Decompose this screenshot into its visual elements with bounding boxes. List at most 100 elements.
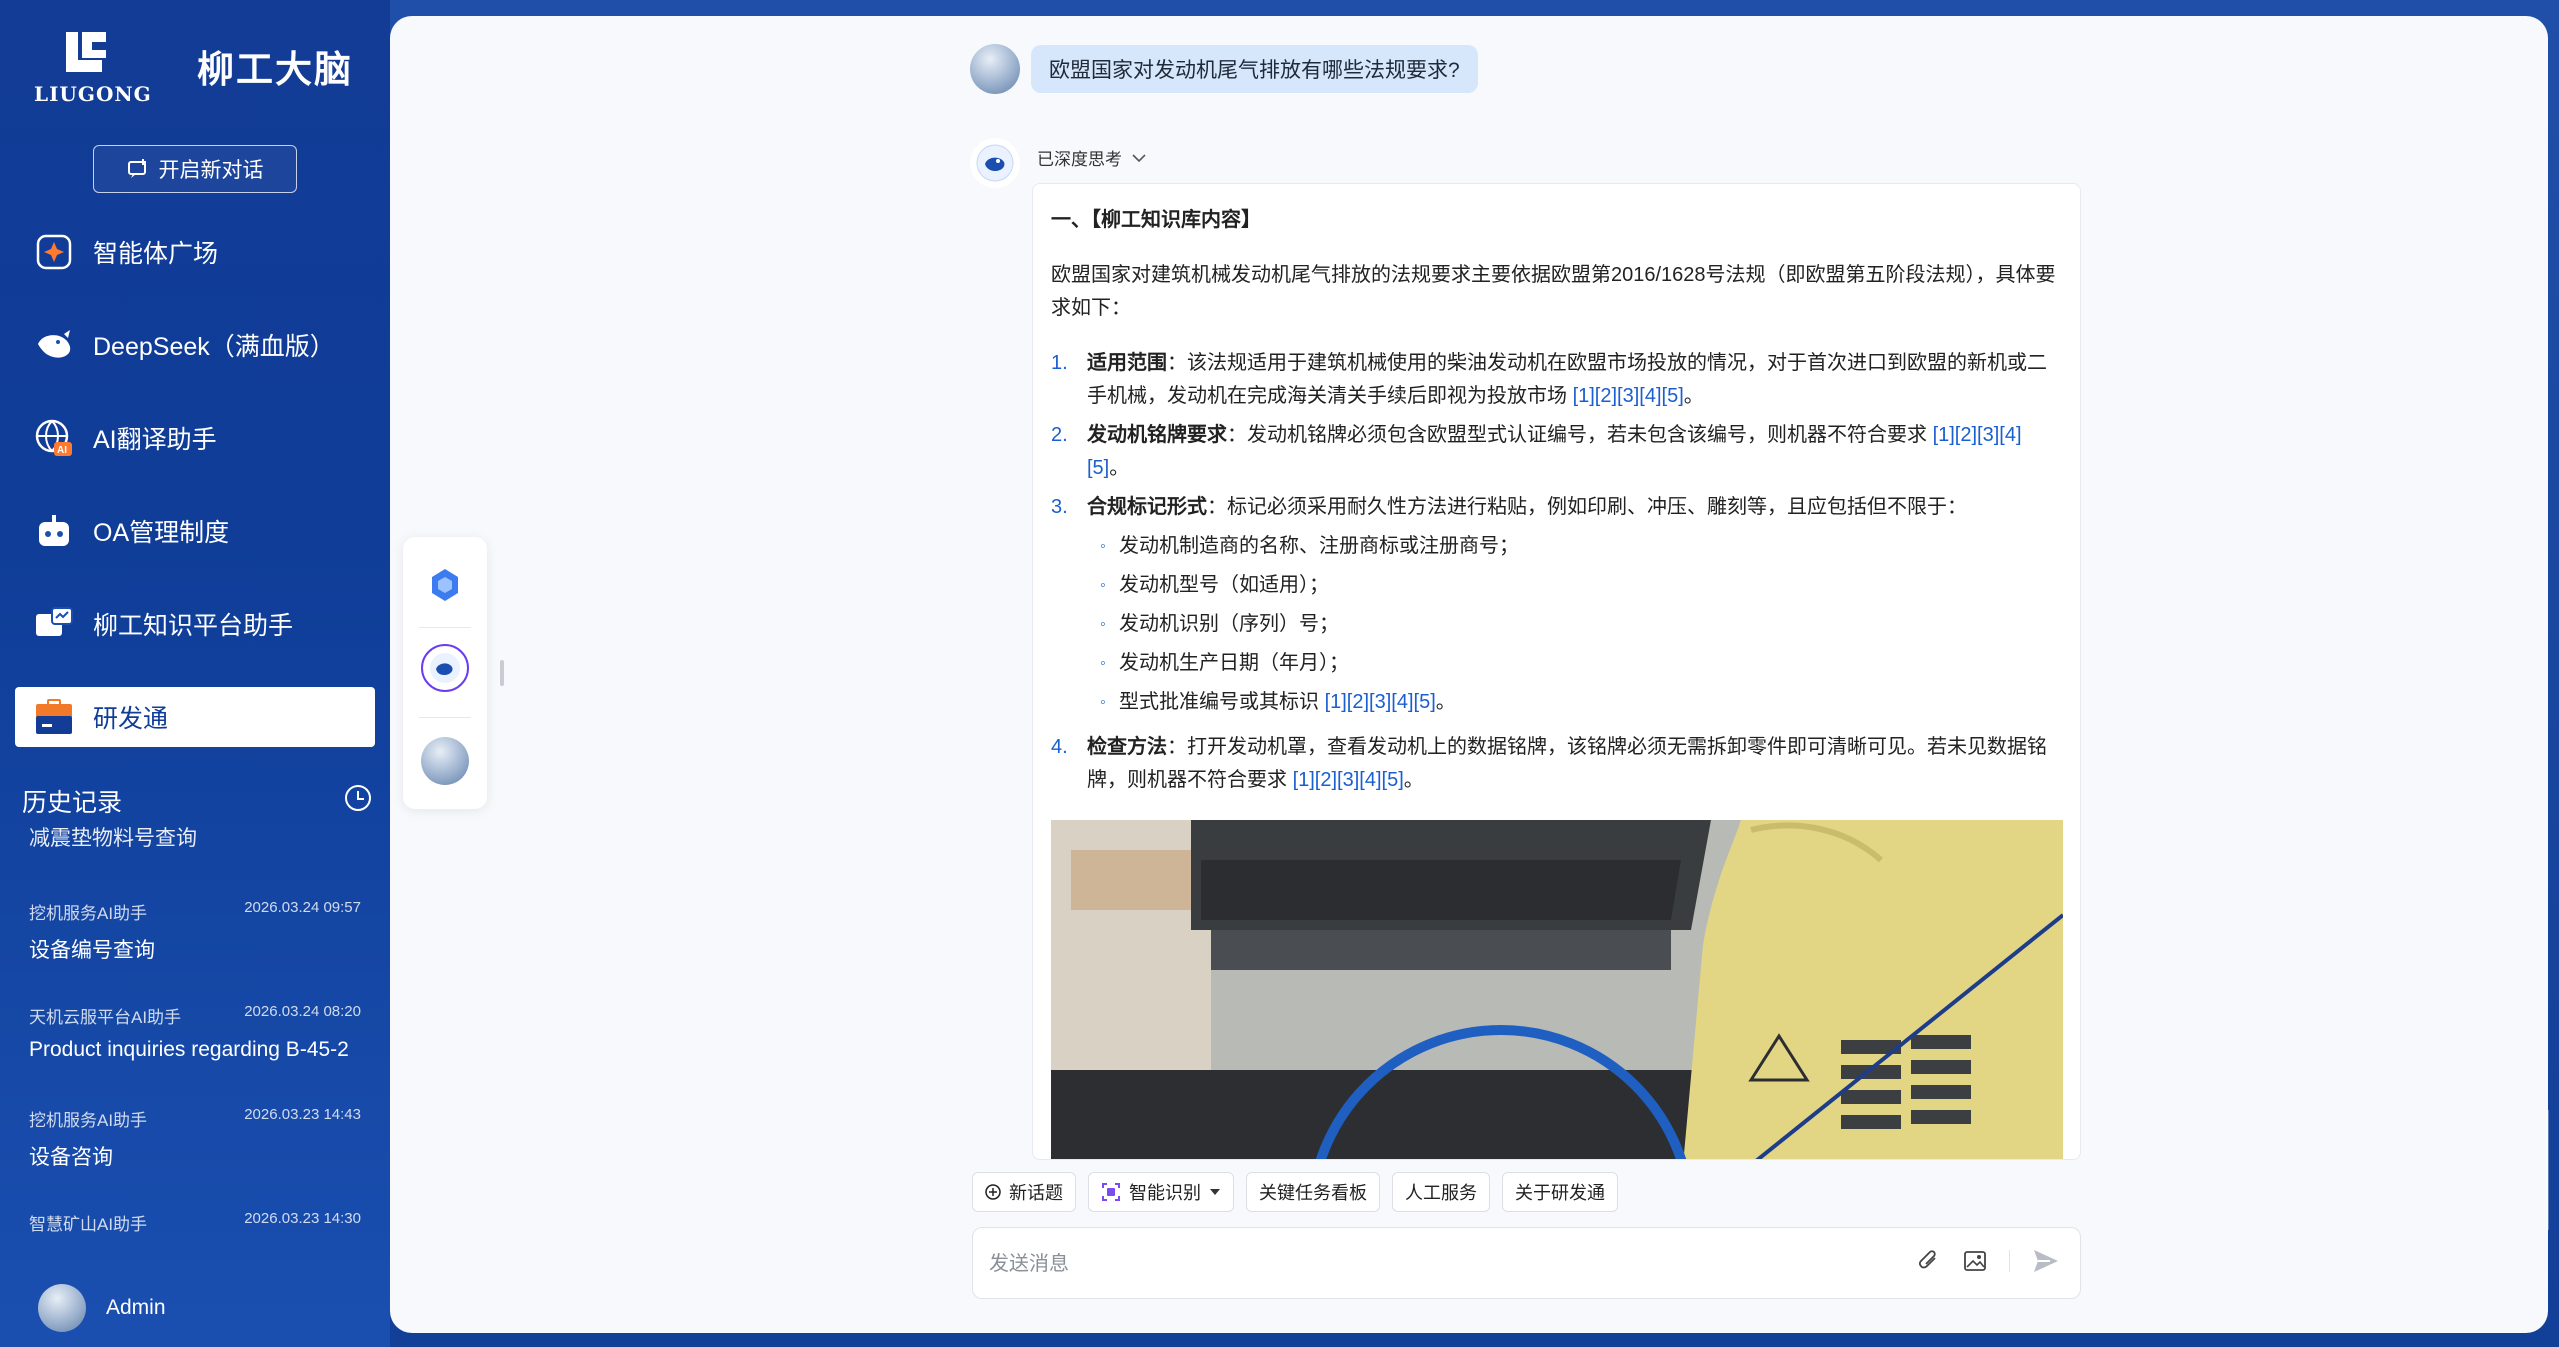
- item-heading: 发动机铭牌要求: [1087, 424, 1227, 446]
- item-end: 。: [1403, 769, 1424, 791]
- sub-item-text: 发动机型号（如适用）；: [1119, 574, 1329, 596]
- robot-icon: [33, 510, 75, 552]
- engine-photo: [1051, 820, 2063, 1159]
- sub-list-item: ◦ 发动机生产日期（年月）；: [1087, 647, 2061, 680]
- chip-label: 关键任务看板: [1259, 1183, 1367, 1203]
- human-service-button[interactable]: 人工服务: [1392, 1172, 1490, 1212]
- send-icon[interactable]: [2032, 1248, 2060, 1274]
- item-end: 。: [1435, 691, 1456, 713]
- think-label: 已深度思考: [1037, 150, 1122, 169]
- dock-divider: [419, 627, 471, 628]
- sidebar-item-label: AI翻译助手: [93, 426, 217, 454]
- sidebar-item-agent-plaza[interactable]: 智能体广场: [15, 222, 375, 282]
- chip-label: 关于研发通: [1515, 1183, 1605, 1203]
- liugong-logo-icon: LIUGONG: [34, 30, 151, 106]
- list-item: 2. 发动机铭牌要求：发动机铭牌必须包含欧盟型式认证编号，若未包含该编号，则机器…: [1051, 419, 2061, 485]
- history-item[interactable]: 天机云服平台AI助手 2026.03.24 08:20 Product inqui…: [29, 1003, 361, 1062]
- deepseek-bot-icon[interactable]: [421, 644, 469, 692]
- sidebar-item-label: 柳工知识平台助手: [93, 612, 294, 640]
- about-button[interactable]: 关于研发通: [1502, 1172, 1618, 1212]
- history-date: 2026.03.24 09:57: [244, 899, 361, 916]
- new-topic-button[interactable]: 新话题: [972, 1172, 1076, 1212]
- sidebar-item-ai-translate[interactable]: AI AI翻译助手: [15, 408, 375, 468]
- sidebar-item-deepseek[interactable]: DeepSeek（满血版）: [15, 315, 375, 375]
- item-text: ：标记必须采用耐久性方法进行粘贴，例如印刷、冲压、雕刻等，且应包括但不限于：: [1207, 496, 1967, 518]
- sparkle-icon: [33, 231, 75, 273]
- item-heading: 适用范围: [1087, 352, 1167, 374]
- history-date: 2026.03.23 14:43: [244, 1106, 361, 1123]
- dock-drag-handle[interactable]: [500, 660, 504, 686]
- sub-item-text: 发动机识别（序列）号；: [1119, 613, 1339, 635]
- sub-item-text: 发动机生产日期（年月）；: [1119, 652, 1349, 674]
- smart-recognition-dropdown[interactable]: 智能识别: [1088, 1172, 1234, 1212]
- sidebar-item-knowledge[interactable]: 柳工知识平台助手: [15, 594, 375, 654]
- citation-link[interactable]: [1][2][3][4][5]: [1293, 769, 1404, 791]
- item-text: ：打开发动机罩，查看发动机上的数据铭牌，该铭牌必须无需拆卸零件即可清晰可见。若未…: [1087, 736, 2047, 791]
- new-chat-icon: [127, 159, 146, 178]
- bullet-icon: ◦: [1100, 694, 1106, 711]
- citation-link[interactable]: [1][2][3][4][5]: [1325, 691, 1436, 713]
- list-number: 1.: [1051, 352, 1068, 374]
- sidebar-nav: 智能体广场 DeepSeek（满血版） AI AI翻译助手 OA管理制度 柳工知…: [15, 222, 375, 780]
- deep-think-toggle[interactable]: 已深度思考: [1037, 145, 1146, 170]
- agent-dock: [403, 537, 487, 809]
- sub-item-text: 型式批准编号或其标识: [1119, 691, 1325, 713]
- globe-ai-icon: AI: [33, 417, 75, 459]
- history-date: 2026.03.24 08:20: [244, 1003, 361, 1020]
- caret-down-icon: [1210, 1189, 1220, 1195]
- history-list: 减震垫物料号查询 挖机服务AI助手 2026.03.24 09:57 设备编号查询…: [0, 820, 390, 1250]
- sub-item-text: 发动机制造商的名称、注册商标或注册商号；: [1119, 535, 1519, 557]
- history-item[interactable]: 智慧矿山AI助手 2026.03.23 14:30: [29, 1210, 361, 1235]
- sidebar: LIUGONG 柳工大脑 开启新对话 智能体广场 DeepSeek（满血版） A…: [0, 0, 390, 1347]
- clock-icon[interactable]: [344, 784, 372, 819]
- sidebar-item-label: DeepSeek（满血版）: [93, 333, 335, 361]
- agent-app-icon[interactable]: [421, 561, 469, 609]
- new-chat-button[interactable]: 开启新对话: [93, 145, 297, 193]
- history-agent: 智慧矿山AI助手: [29, 1215, 148, 1234]
- section-title: 一、【柳工知识库内容】: [1051, 209, 1261, 231]
- deepseek-whale-icon: [33, 324, 75, 366]
- history-item-cut[interactable]: 减震垫物料号查询: [29, 822, 197, 852]
- avatar: [38, 1284, 86, 1332]
- avatar[interactable]: [421, 737, 469, 785]
- user-name: Admin: [106, 1296, 166, 1319]
- history-header: 历史记录: [22, 783, 372, 819]
- app-title: 柳工大脑: [197, 49, 353, 90]
- image-upload-icon[interactable]: [1963, 1250, 1987, 1272]
- item-end: 。: [1683, 385, 1704, 407]
- history-title: 设备编号查询: [29, 939, 155, 962]
- bullet-icon: ◦: [1100, 616, 1106, 633]
- message-input[interactable]: [989, 1246, 1869, 1282]
- chevron-down-icon: [1132, 153, 1146, 162]
- user-question: 欧盟国家对发动机尾气排放有哪些法规要求?: [1031, 45, 1478, 93]
- message-composer: [972, 1227, 2081, 1299]
- brand-logo: LIUGONG 柳工大脑: [34, 30, 353, 106]
- sidebar-item-rd[interactable]: 研发通: [15, 687, 375, 747]
- dock-divider: [419, 717, 471, 718]
- history-agent: 挖机服务AI助手: [29, 904, 148, 923]
- bullet-icon: ◦: [1100, 577, 1106, 594]
- list-item: 1. 适用范围：该法规适用于建筑机械使用的柴油发动机在欧盟市场投放的情况，对于首…: [1051, 347, 2061, 413]
- chat-board-icon: [33, 603, 75, 645]
- item-heading: 合规标记形式: [1087, 496, 1207, 518]
- history-item[interactable]: 挖机服务AI助手 2026.03.24 09:57 设备编号查询: [29, 899, 361, 964]
- history-item[interactable]: 挖机服务AI助手 2026.03.23 14:43 设备咨询: [29, 1106, 361, 1171]
- history-title: Product inquiries regarding B-45-2: [29, 1038, 349, 1061]
- item-heading: 检查方法: [1087, 736, 1167, 758]
- avatar: [970, 44, 1020, 94]
- item-text: ：发动机铭牌必须包含欧盟型式认证编号，若未包含该编号，则机器不符合要求: [1227, 424, 1933, 446]
- history-date: 2026.03.23 14:30: [244, 1210, 361, 1227]
- user-profile[interactable]: Admin: [38, 1284, 166, 1332]
- chip-label: 智能识别: [1129, 1183, 1201, 1203]
- sidebar-item-label: 研发通: [93, 705, 169, 733]
- chip-label: 人工服务: [1405, 1183, 1477, 1203]
- sub-list-item: ◦ 发动机制造商的名称、注册商标或注册商号；: [1087, 530, 2061, 563]
- sidebar-item-oa[interactable]: OA管理制度: [15, 501, 375, 561]
- list-number: 4.: [1051, 736, 1068, 758]
- new-chat-label: 开启新对话: [158, 159, 264, 182]
- attachment-icon[interactable]: [1917, 1248, 1941, 1274]
- scrollbar[interactable]: [2546, 1110, 2549, 1230]
- citation-link[interactable]: [1][2][3][4][5]: [1573, 385, 1684, 407]
- sub-list-item: ◦ 发动机识别（序列）号；: [1087, 608, 2061, 641]
- task-board-button[interactable]: 关键任务看板: [1246, 1172, 1380, 1212]
